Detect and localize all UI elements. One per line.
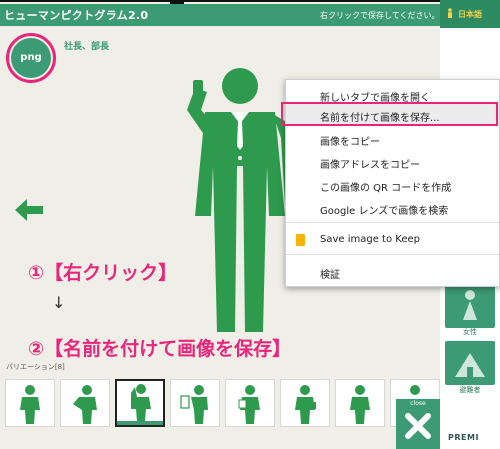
annotation-step2: ②【名前を付けて画像を保存】 [28,338,292,360]
back-arrow-icon[interactable] [12,196,46,224]
annotation-arrow: ↓ [52,293,66,312]
keep-icon [296,234,305,246]
pictogram-title: 社長、部長 [64,42,110,52]
variation-thumb[interactable] [60,379,110,427]
menu-inspect[interactable]: 検証 [320,266,340,281]
category-tile-evacuee[interactable] [445,341,495,385]
brand-label: PREMI [448,433,479,442]
save-item-highlight-box [281,102,498,126]
png-format-button[interactable]: png [11,38,51,78]
menu-save-to-keep[interactable]: Save image to Keep [320,234,420,245]
menu-separator [286,254,499,255]
variation-thumb[interactable] [335,379,385,427]
menu-copy-image[interactable]: 画像をコピー [320,133,380,148]
selected-indicator [117,421,163,425]
variation-thumb-selected[interactable] [115,379,165,427]
person-icon [448,8,452,18]
tile-label-female: 女性 [463,328,477,336]
close-label: close [410,400,426,407]
category-tile-female[interactable] [445,284,495,328]
app-title: ヒューマンピクトグラム2.0 [4,9,149,22]
variation-count-label: バリエーション[8] [6,363,65,371]
female-icon [463,290,477,320]
close-icon[interactable] [402,410,434,442]
save-hint: 右クリックで保存してください。 [320,11,440,20]
variation-thumb[interactable] [170,379,220,427]
annotation-step1: ①【右クリック】 [28,262,178,284]
language-toggle[interactable]: 日本語 [458,9,482,20]
variation-thumb[interactable] [225,379,275,427]
tile-label-evacuee: 避難者 [459,386,481,394]
menu-copy-image-address[interactable]: 画像アドレスをコピー [320,156,420,171]
menu-search-google-lens[interactable]: Google レンズで画像を検索 [320,202,448,217]
variation-thumb[interactable] [280,379,330,427]
menu-separator [286,222,499,223]
top-edge-line [0,0,500,2]
menu-create-qr-code[interactable]: この画像の QR コードを作成 [320,179,451,194]
tent-icon [455,353,485,377]
variation-thumb[interactable] [5,379,55,427]
